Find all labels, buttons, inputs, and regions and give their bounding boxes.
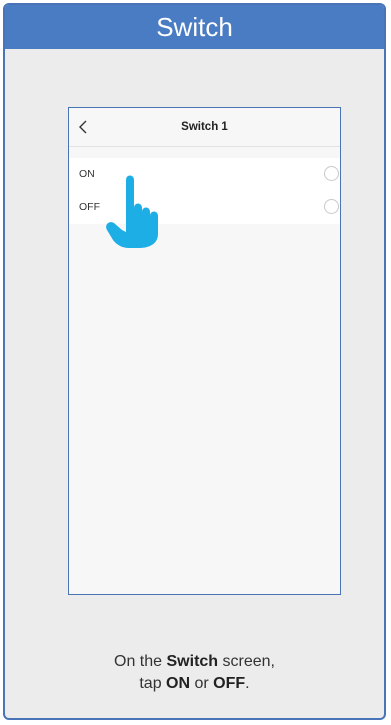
instruction-caption: On the Switch screen, tap ON or OFF. (5, 651, 384, 695)
caption-text: or (190, 675, 214, 692)
caption-screen-name: Switch (166, 653, 219, 670)
option-on-radio[interactable] (324, 166, 339, 181)
caption-line-2: tap ON or OFF. (5, 673, 384, 695)
option-off-radio[interactable] (324, 199, 339, 214)
caption-off-word: OFF (213, 675, 246, 692)
caption-text: . (245, 675, 250, 692)
phone-header: Switch 1 (69, 108, 340, 147)
hand-pointer-icon (106, 175, 158, 248)
screen-title: Switch 1 (181, 121, 228, 133)
instruction-card: Switch Switch 1 ON OFF On the Switch scr… (3, 3, 386, 720)
option-off-label: OFF (79, 201, 100, 213)
caption-text: tap (139, 675, 167, 692)
card-title: Switch (5, 5, 384, 49)
caption-on-word: ON (166, 675, 191, 692)
option-on-label: ON (79, 168, 95, 180)
caption-text: On the (114, 653, 167, 670)
caption-line-1: On the Switch screen, (5, 651, 384, 673)
caption-text: screen, (218, 653, 275, 670)
